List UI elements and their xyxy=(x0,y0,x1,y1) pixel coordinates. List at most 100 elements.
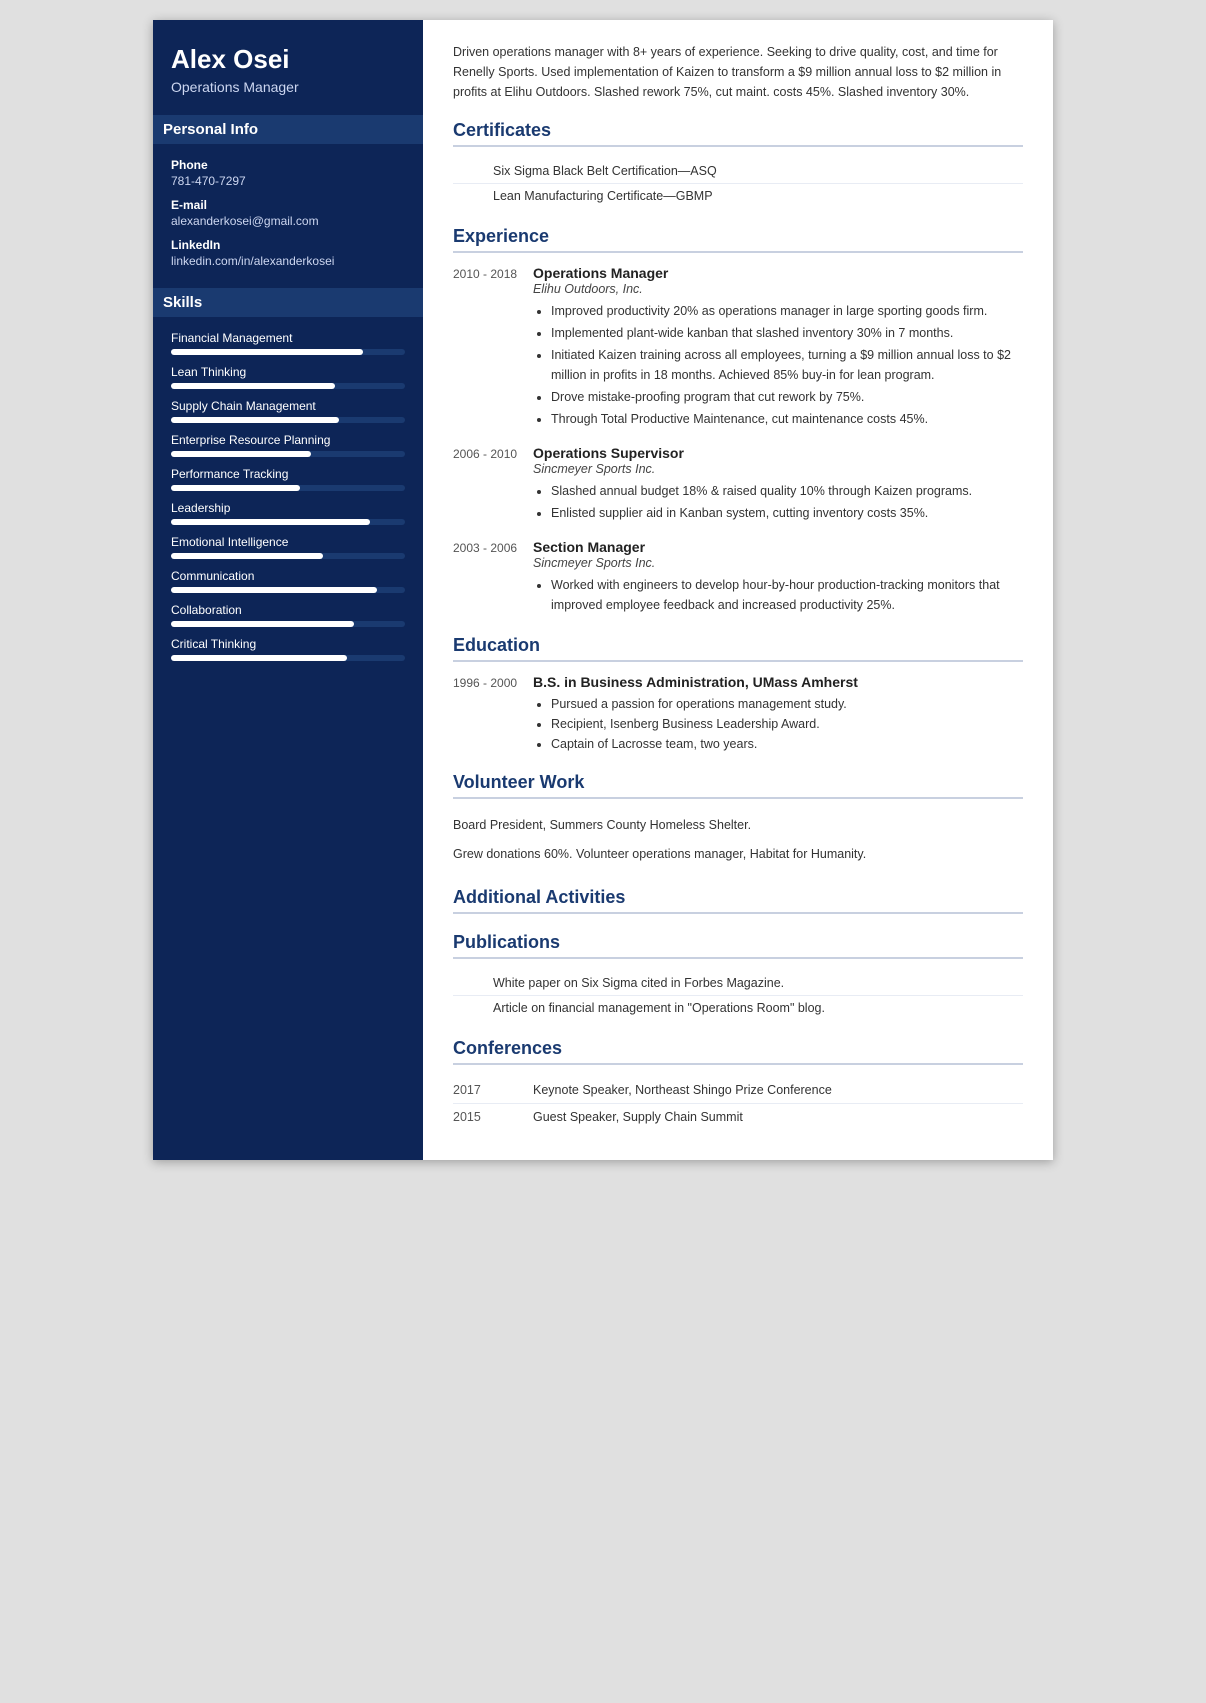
certificates-list: Six Sigma Black Belt Certification—ASQLe… xyxy=(453,159,1023,208)
publications-list: White paper on Six Sigma cited in Forbes… xyxy=(453,971,1023,1020)
skills-heading: Skills xyxy=(153,288,423,317)
education-degree: B.S. in Business Administration, UMass A… xyxy=(533,674,1023,690)
experience-job-title: Section Manager xyxy=(533,539,1023,555)
experience-bullet: Enlisted supplier aid in Kanban system, … xyxy=(551,503,1023,523)
skill-bar-fill xyxy=(171,383,335,389)
skills-list: Financial Management Lean Thinking Supply … xyxy=(171,331,405,661)
skill-bar-background xyxy=(171,485,405,491)
certificate-item: Six Sigma Black Belt Certification—ASQ xyxy=(453,159,1023,184)
email-value: alexanderkosei@gmail.com xyxy=(171,214,405,228)
education-bullets: Pursued a passion for operations managem… xyxy=(533,694,1023,754)
conference-detail: Keynote Speaker, Northeast Shingo Prize … xyxy=(533,1083,1023,1097)
skill-item: Emotional Intelligence xyxy=(171,535,405,559)
experience-dates: 2010 - 2018 xyxy=(453,265,533,431)
skill-bar-background xyxy=(171,417,405,423)
skills-section: Skills Financial ManagementLean Thinking… xyxy=(171,288,405,661)
skill-name: Enterprise Resource Planning xyxy=(171,433,405,447)
education-list: 1996 - 2000B.S. in Business Administrati… xyxy=(453,674,1023,754)
skill-item: Supply Chain Management xyxy=(171,399,405,423)
education-bullet: Pursued a passion for operations managem… xyxy=(551,694,1023,714)
conference-year: 2017 xyxy=(453,1083,533,1097)
experience-bullet: Improved productivity 20% as operations … xyxy=(551,301,1023,321)
publications-heading: Publications xyxy=(453,932,1023,959)
skill-item: Enterprise Resource Planning xyxy=(171,433,405,457)
experience-dates: 2006 - 2010 xyxy=(453,445,533,525)
experience-job-title: Operations Supervisor xyxy=(533,445,1023,461)
education-content: B.S. in Business Administration, UMass A… xyxy=(533,674,1023,754)
skill-item: Lean Thinking xyxy=(171,365,405,389)
skill-bar-background xyxy=(171,655,405,661)
experience-company: Sincmeyer Sports Inc. xyxy=(533,462,1023,476)
experience-bullet: Implemented plant-wide kanban that slash… xyxy=(551,323,1023,343)
skill-name: Leadership xyxy=(171,501,405,515)
summary-text: Driven operations manager with 8+ years … xyxy=(453,42,1023,102)
skill-name: Collaboration xyxy=(171,603,405,617)
skill-item: Communication xyxy=(171,569,405,593)
skill-bar-fill xyxy=(171,655,347,661)
experience-content: Operations SupervisorSincmeyer Sports In… xyxy=(533,445,1023,525)
experience-bullet: Drove mistake-proofing program that cut … xyxy=(551,387,1023,407)
skill-name: Communication xyxy=(171,569,405,583)
experience-bullet: Slashed annual budget 18% & raised quali… xyxy=(551,481,1023,501)
skill-bar-background xyxy=(171,383,405,389)
conference-entry: 2015Guest Speaker, Supply Chain Summit xyxy=(453,1104,1023,1130)
skill-item: Performance Tracking xyxy=(171,467,405,491)
education-bullet: Captain of Lacrosse team, two years. xyxy=(551,734,1023,754)
experience-company: Sincmeyer Sports Inc. xyxy=(533,556,1023,570)
certificates-heading: Certificates xyxy=(453,120,1023,147)
experience-heading: Experience xyxy=(453,226,1023,253)
skill-item: Collaboration xyxy=(171,603,405,627)
phone-value: 781-470-7297 xyxy=(171,174,405,188)
certificate-item: Lean Manufacturing Certificate—GBMP xyxy=(453,184,1023,208)
personal-info-heading: Personal Info xyxy=(153,115,423,144)
education-bullet: Recipient, Isenberg Business Leadership … xyxy=(551,714,1023,734)
education-heading: Education xyxy=(453,635,1023,662)
main-content: Driven operations manager with 8+ years … xyxy=(423,20,1053,1160)
volunteer-item: Board President, Summers County Homeless… xyxy=(453,811,1023,840)
skill-bar-fill xyxy=(171,451,311,457)
resume-container: Alex Osei Operations Manager Personal In… xyxy=(153,20,1053,1160)
volunteer-item: Grew donations 60%. Volunteer operations… xyxy=(453,840,1023,869)
experience-company: Elihu Outdoors, Inc. xyxy=(533,282,1023,296)
conferences-list: 2017Keynote Speaker, Northeast Shingo Pr… xyxy=(453,1077,1023,1130)
linkedin-value: linkedin.com/in/alexanderkosei xyxy=(171,254,405,268)
experience-bullet: Through Total Productive Maintenance, cu… xyxy=(551,409,1023,429)
volunteer-heading: Volunteer Work xyxy=(453,772,1023,799)
education-dates: 1996 - 2000 xyxy=(453,674,533,754)
experience-bullet: Initiated Kaizen training across all emp… xyxy=(551,345,1023,385)
skill-bar-fill xyxy=(171,349,363,355)
skill-bar-fill xyxy=(171,485,300,491)
skill-bar-background xyxy=(171,587,405,593)
experience-job-title: Operations Manager xyxy=(533,265,1023,281)
conference-year: 2015 xyxy=(453,1110,533,1124)
experience-bullets: Worked with engineers to develop hour-by… xyxy=(533,575,1023,615)
skill-bar-background xyxy=(171,621,405,627)
skill-name: Financial Management xyxy=(171,331,405,345)
experience-bullets: Slashed annual budget 18% & raised quali… xyxy=(533,481,1023,523)
experience-bullet: Worked with engineers to develop hour-by… xyxy=(551,575,1023,615)
skill-name: Critical Thinking xyxy=(171,637,405,651)
conference-detail: Guest Speaker, Supply Chain Summit xyxy=(533,1110,1023,1124)
linkedin-label: LinkedIn xyxy=(171,238,405,252)
experience-dates: 2003 - 2006 xyxy=(453,539,533,617)
skill-bar-background xyxy=(171,553,405,559)
skill-name: Supply Chain Management xyxy=(171,399,405,413)
skill-bar-fill xyxy=(171,519,370,525)
volunteer-list: Board President, Summers County Homeless… xyxy=(453,811,1023,869)
experience-content: Operations ManagerElihu Outdoors, Inc. Im… xyxy=(533,265,1023,431)
education-entry: 1996 - 2000B.S. in Business Administrati… xyxy=(453,674,1023,754)
conference-entry: 2017Keynote Speaker, Northeast Shingo Pr… xyxy=(453,1077,1023,1104)
skill-bar-background xyxy=(171,349,405,355)
experience-content: Section ManagerSincmeyer Sports Inc. Work… xyxy=(533,539,1023,617)
conferences-heading: Conferences xyxy=(453,1038,1023,1065)
skill-item: Leadership xyxy=(171,501,405,525)
email-label: E-mail xyxy=(171,198,405,212)
skill-bar-background xyxy=(171,451,405,457)
sidebar: Alex Osei Operations Manager Personal In… xyxy=(153,20,423,1160)
additional-heading: Additional Activities xyxy=(453,887,1023,914)
skill-item: Critical Thinking xyxy=(171,637,405,661)
skill-name: Lean Thinking xyxy=(171,365,405,379)
experience-bullets: Improved productivity 20% as operations … xyxy=(533,301,1023,429)
skill-bar-background xyxy=(171,519,405,525)
skill-item: Financial Management xyxy=(171,331,405,355)
